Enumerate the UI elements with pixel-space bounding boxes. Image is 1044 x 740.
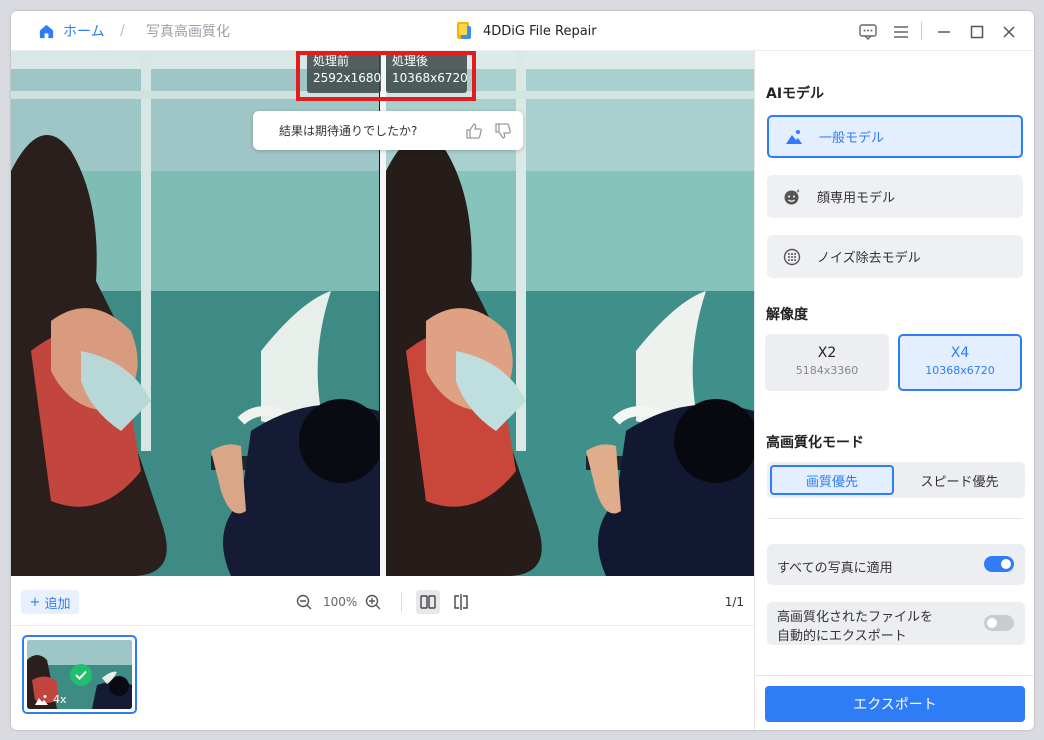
thumbs-down-icon[interactable]: [494, 122, 512, 140]
face-icon: [784, 188, 800, 204]
plus-icon: +: [29, 594, 41, 610]
auto-export-label-line2: 自動的にエクスポート: [777, 629, 907, 644]
page-indicator: 1/1: [724, 595, 744, 609]
add-button-label: 追加: [44, 596, 71, 612]
feedback-icon[interactable]: [859, 23, 877, 40]
menu-icon[interactable]: [892, 23, 910, 40]
zoom-out-icon[interactable]: [296, 594, 312, 610]
title-bar: ホーム / 写真高画質化 4DDiG File Repair: [11, 11, 1034, 51]
thumbs-up-icon[interactable]: [465, 122, 483, 140]
model-general-button[interactable]: 一般モデル: [767, 115, 1023, 158]
toolbar-divider: [401, 592, 402, 612]
model-face-button[interactable]: 顔専用モデル: [767, 175, 1023, 218]
breadcrumb-home[interactable]: ホーム: [63, 11, 105, 51]
apply-all-toggle[interactable]: [984, 556, 1014, 572]
feedback-question: 結果は期待通りでしたか?: [279, 124, 418, 138]
resolution-x2-size: 5184x3360: [795, 364, 859, 377]
export-button[interactable]: エクスポート: [765, 686, 1025, 722]
settings-panel: AIモデル 一般モデル 顔専用モデル ノイズ除去モデル 解像度 X2 5184x…: [754, 51, 1034, 730]
completed-check-icon: [70, 664, 92, 686]
image-icon: [35, 695, 48, 705]
resolution-x2-label: X2: [817, 345, 837, 361]
auto-export-label-line1: 高画質化されたファイルを: [777, 610, 934, 625]
preview-toolbar: + 追加 100% 1/1: [11, 576, 754, 626]
auto-export-toggle[interactable]: [984, 615, 1014, 631]
breadcrumb-separator: /: [120, 23, 125, 39]
model-denoise-label: ノイズ除去モデル: [817, 251, 921, 266]
landscape-icon: [786, 129, 802, 144]
home-icon[interactable]: [38, 23, 55, 40]
breadcrumb-current-page: 写真高画質化: [146, 24, 230, 40]
side-by-side-view-button[interactable]: [416, 590, 440, 614]
thumbnail-image: 4x: [27, 640, 132, 709]
auto-export-row: 高画質化されたファイルを 自動的にエクスポート: [767, 602, 1025, 645]
app-title: 4DDiG File Repair: [455, 19, 597, 43]
resolution-x4-label: X4: [950, 345, 970, 361]
titlebar-divider: [921, 22, 922, 40]
model-general-label: 一般モデル: [819, 131, 885, 146]
close-icon[interactable]: [1000, 23, 1018, 40]
image-thumbnail[interactable]: 4x: [22, 635, 137, 714]
model-denoise-button[interactable]: ノイズ除去モデル: [767, 235, 1023, 278]
denoise-icon: [783, 248, 801, 265]
slider-compare-view-button[interactable]: [449, 590, 473, 614]
apply-all-label: すべての写真に適用: [777, 561, 893, 576]
zoom-level: 100%: [323, 595, 358, 609]
thumbnail-scale-label: 4x: [53, 693, 67, 706]
apply-all-row: すべての写真に適用: [767, 544, 1025, 585]
zoom-in-icon[interactable]: [365, 594, 381, 610]
resolution-x2-button[interactable]: X2 5184x3360: [765, 334, 889, 391]
enhance-mode-selector: 画質優先 スピード優先: [767, 462, 1025, 498]
maximize-icon[interactable]: [968, 23, 986, 40]
thumbnail-scale: 4x: [35, 693, 67, 706]
add-button[interactable]: + 追加: [21, 590, 79, 614]
panel-divider: [767, 518, 1023, 519]
thumbnail-strip: 4x: [11, 626, 754, 730]
model-face-label: 顔専用モデル: [817, 191, 896, 206]
split-view-icon: [420, 595, 436, 609]
resolution-title: 解像度: [766, 307, 808, 323]
minimize-icon[interactable]: [935, 23, 953, 40]
feedback-popup: 結果は期待通りでしたか?: [253, 111, 523, 150]
enhance-mode-title: 高画質化モード: [766, 435, 864, 451]
ai-model-title: AIモデル: [766, 86, 825, 102]
app-window: ホーム / 写真高画質化 4DDiG File Repair 処理前 2592x…: [11, 11, 1034, 730]
app-title-text: 4DDiG File Repair: [483, 23, 597, 39]
annotation-highlight-box: [296, 51, 476, 101]
resolution-x4-button[interactable]: X4 10368x6720: [898, 334, 1022, 391]
image-preview[interactable]: 処理前 2592x1680 処理後 10368x6720 結果は期待通りでしたか…: [11, 51, 754, 576]
app-logo-icon: [457, 22, 471, 39]
resolution-x4-size: 10368x6720: [925, 364, 995, 377]
panel-footer-divider: [755, 675, 1034, 676]
mode-speed-option[interactable]: スピード優先: [897, 465, 1022, 495]
compare-view-icon: [454, 594, 468, 610]
mode-quality-option[interactable]: 画質優先: [770, 465, 894, 495]
